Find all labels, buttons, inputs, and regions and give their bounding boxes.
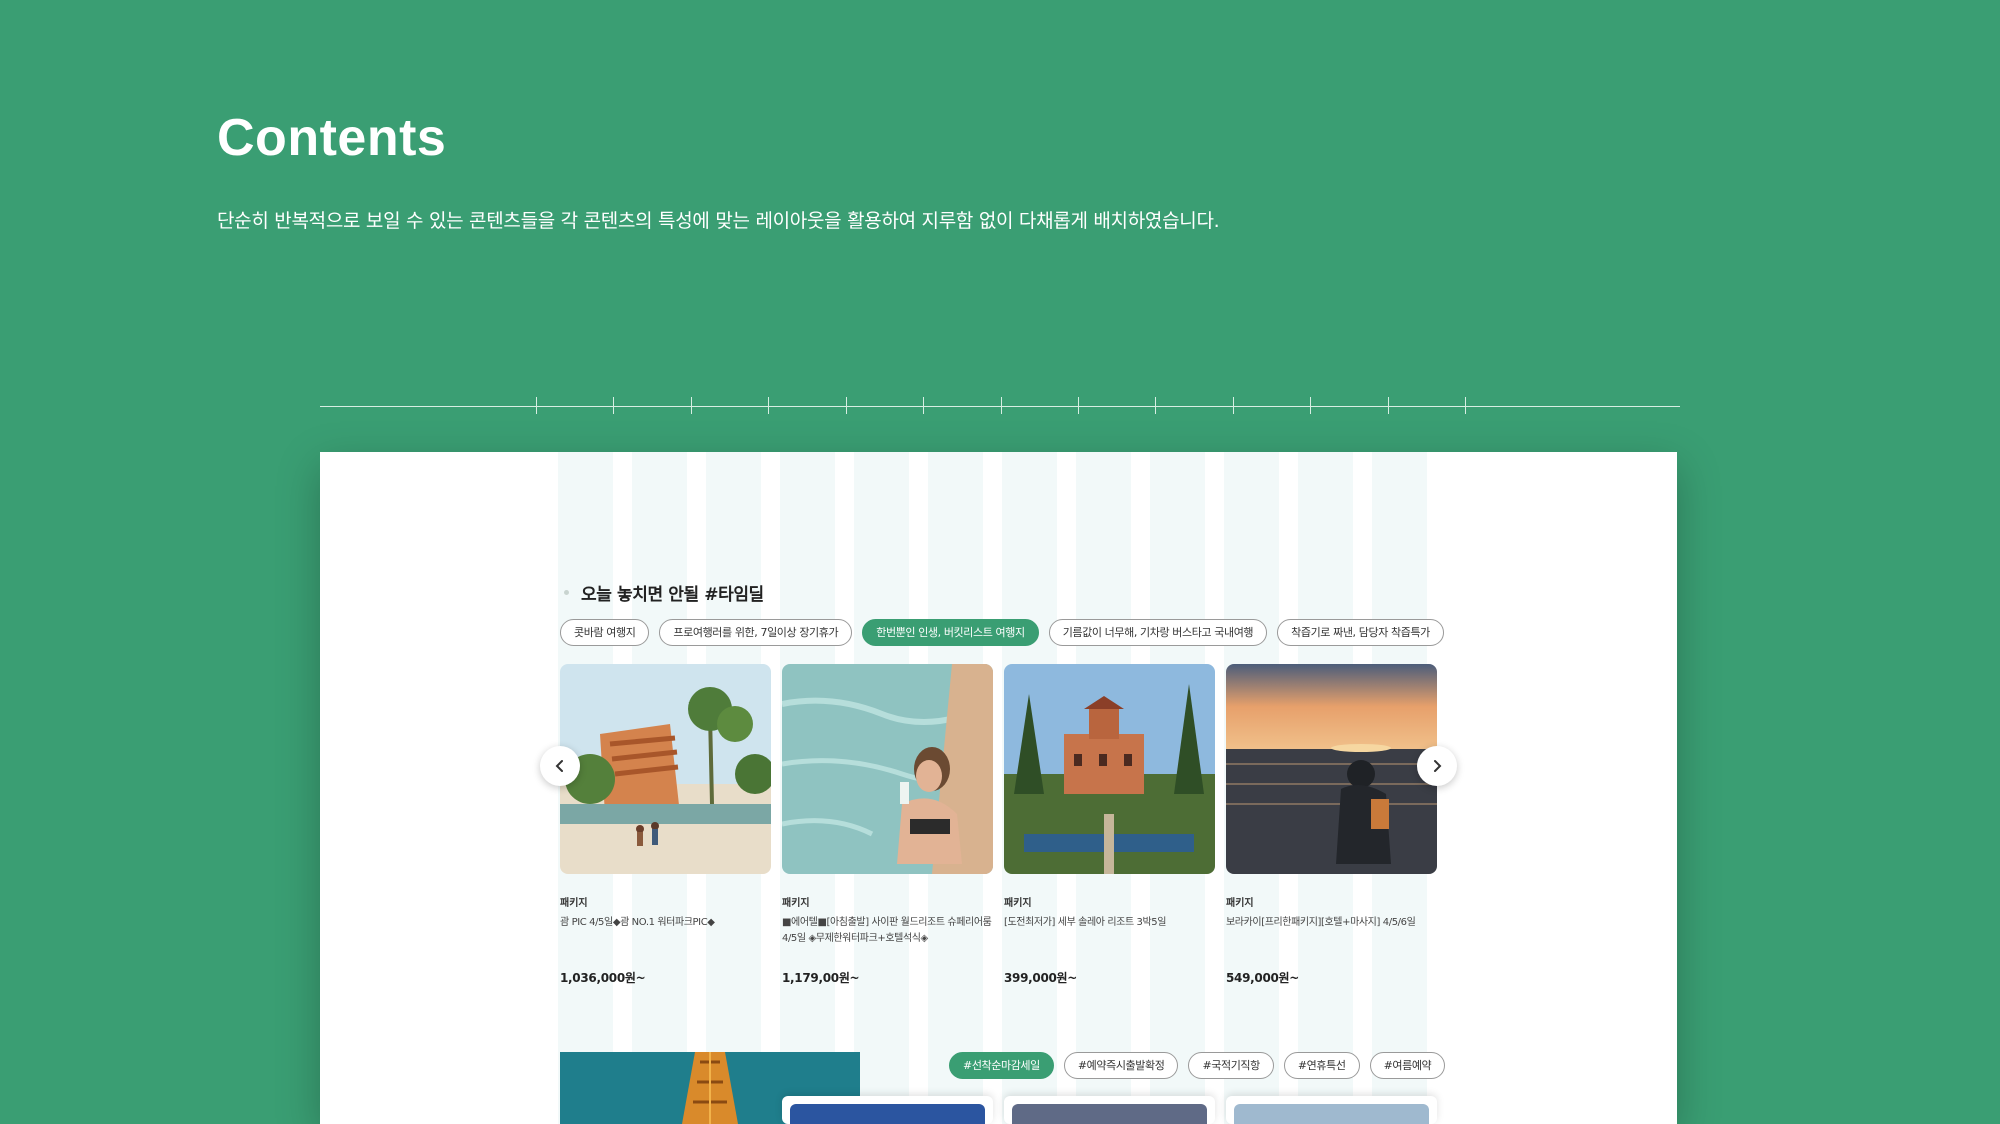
- ruler-tick: [923, 397, 924, 414]
- product-price: 549,000원~: [1226, 971, 1300, 985]
- ruler-tick: [1001, 397, 1002, 414]
- product-category: 패키지: [782, 898, 810, 909]
- sunset-sea-photo: [1226, 664, 1437, 874]
- hashtag-chip[interactable]: #국적기직항: [1188, 1052, 1274, 1079]
- carousel-next-button[interactable]: [1417, 746, 1457, 786]
- product-card[interactable]: 패키지 [도전최저가] 세부 솔레아 리조트 3박5일 399,000원~: [1004, 664, 1215, 986]
- theme-tag[interactable]: 기름값이 너무해, 기차랑 버스타고 국내여행: [1048, 619, 1268, 646]
- product-category: 패키지: [1004, 898, 1032, 909]
- product-name: ■에어텔■[아침출발] 사이판 월드리조트 슈페리어룸 4/5일 ◈무제한워터파…: [782, 917, 992, 944]
- deal-card-preview[interactable]: [1226, 1096, 1437, 1124]
- product-card[interactable]: 패키지 괌 PIC 4/5일◆괌 NO.1 워터파크PIC◆ 1,036,000…: [560, 664, 771, 986]
- section-heading: 오늘 놓치면 안될 #타임딜: [564, 580, 764, 605]
- ruler-tick: [768, 397, 769, 414]
- ruler-tick: [846, 397, 847, 414]
- chevron-left-icon: [555, 760, 563, 772]
- deal-card-preview[interactable]: [782, 1096, 993, 1124]
- product-price: 399,000원~: [1004, 971, 1078, 985]
- deal-card-image: [1234, 1104, 1429, 1124]
- chevron-right-icon: [1434, 760, 1442, 772]
- theme-tag[interactable]: 프로여행러를 위한, 7일이상 장기휴가: [659, 619, 853, 646]
- theme-tag[interactable]: 콧바람 여행지: [560, 619, 650, 646]
- hashtag-chip-active[interactable]: #선착순마감세일: [949, 1052, 1054, 1079]
- product-carousel: 패키지 괌 PIC 4/5일◆괌 NO.1 워터파크PIC◆ 1,036,000…: [560, 664, 1437, 1004]
- theme-tag-active[interactable]: 한번뿐인 인생, 버킷리스트 여행지: [862, 619, 1039, 646]
- product-name: [도전최저가] 세부 솔레아 리조트 3박5일: [1004, 917, 1167, 928]
- theme-tag[interactable]: 착즙기로 짜낸, 담당자 착즙특가: [1277, 619, 1444, 646]
- product-price: 1,179,00원~: [782, 971, 860, 985]
- carousel-prev-button[interactable]: [540, 746, 580, 786]
- grid-ruler: [320, 390, 1680, 420]
- product-card[interactable]: 패키지 보라카이[프리한패키지][호텔+마사지] 4/5/6일 549,000원…: [1226, 664, 1437, 986]
- ruler-line: [320, 406, 1680, 407]
- product-price: 1,036,000원~: [560, 971, 646, 985]
- page-description: 단순히 반복적으로 보일 수 있는 콘텐츠들을 각 콘텐츠의 특성에 맞는 레이…: [217, 210, 1220, 232]
- ruler-tick: [1465, 397, 1466, 414]
- product-name: 보라카이[프리한패키지][호텔+마사지] 4/5/6일: [1226, 917, 1416, 928]
- page-title: Contents: [217, 109, 447, 167]
- hashtag-chip[interactable]: #여름예약: [1369, 1052, 1446, 1079]
- deal-card-preview[interactable]: [1004, 1096, 1215, 1124]
- deal-card-image: [790, 1104, 985, 1124]
- ruler-tick: [1388, 397, 1389, 414]
- product-name: 괌 PIC 4/5일◆괌 NO.1 워터파크PIC◆: [560, 917, 715, 928]
- product-card[interactable]: 패키지 ■에어텔■[아침출발] 사이판 월드리조트 슈페리어룸 4/5일 ◈무제…: [782, 664, 993, 986]
- theme-tag-list: 콧바람 여행지 프로여행러를 위한, 7일이상 장기휴가 한번뿐인 인생, 버킷…: [560, 619, 1444, 646]
- bullet-dot: [564, 590, 569, 595]
- product-category: 패키지: [1226, 898, 1254, 909]
- alhambra-garden-photo: [1004, 664, 1215, 874]
- website-preview-panel: 오늘 놓치면 안될 #타임딜 콧바람 여행지 프로여행러를 위한, 7일이상 장…: [320, 452, 1677, 1124]
- ruler-tick: [1078, 397, 1079, 414]
- ruler-tick: [1155, 397, 1156, 414]
- ruler-tick: [1233, 397, 1234, 414]
- deal-card-image: [1012, 1104, 1207, 1124]
- ruler-tick: [1310, 397, 1311, 414]
- hashtag-chip[interactable]: #예약즉시출발확정: [1063, 1052, 1179, 1079]
- section-title: 오늘 놓치면 안될 #타임딜: [581, 585, 764, 605]
- ruler-tick: [691, 397, 692, 414]
- ruler-tick: [613, 397, 614, 414]
- pool-girl-photo: [782, 664, 993, 874]
- hashtag-chip[interactable]: #연휴특선: [1283, 1052, 1360, 1079]
- product-category: 패키지: [560, 898, 588, 909]
- waterpark-photo: [560, 664, 771, 874]
- ruler-tick: [536, 397, 537, 414]
- hashtag-list: #선착순마감세일 #예약즉시출발확정 #국적기직항 #연휴특선 #여름예약: [949, 1052, 1446, 1079]
